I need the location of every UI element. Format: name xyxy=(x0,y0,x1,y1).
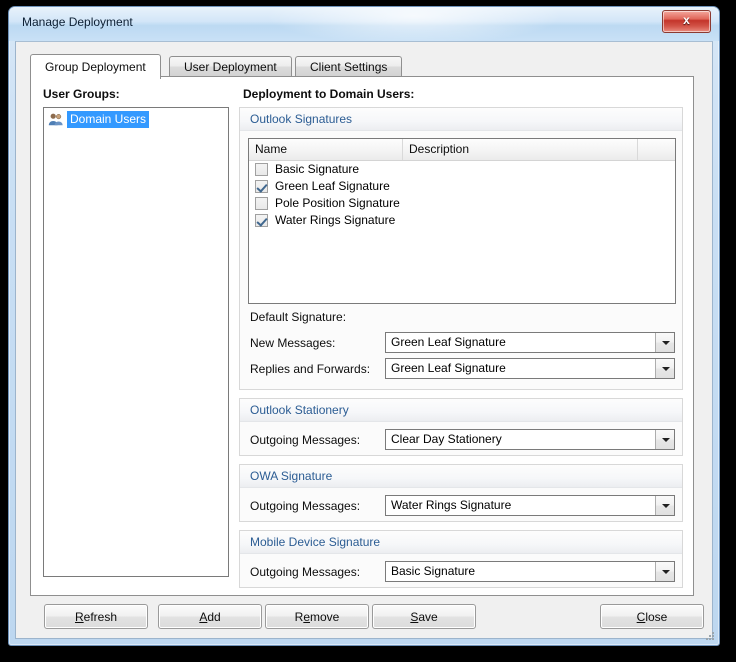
save-button-label: ave xyxy=(418,610,438,624)
field-owa-outgoing-messages: Outgoing Messages: Water Rings Signature xyxy=(240,495,682,517)
client-area: Group Deployment User Deployment Client … xyxy=(15,41,713,639)
resize-grip[interactable] xyxy=(703,630,716,643)
groupbox-owa-signature: OWA Signature Outgoing Messages: Water R… xyxy=(239,464,683,522)
groupbox-header-outlook-stationery: Outlook Stationery xyxy=(240,399,682,422)
table-row[interactable]: Pole Position Signature xyxy=(249,195,675,212)
listview-header-row: Name Description xyxy=(249,139,675,161)
table-row[interactable]: Water Rings Signature xyxy=(249,212,675,229)
field-mobile-outgoing-messages: Outgoing Messages: Basic Signature xyxy=(240,561,682,583)
remove-button-label: move xyxy=(310,610,340,624)
groupbox-outlook-signatures: Outlook Signatures Name Description Basi… xyxy=(239,107,683,390)
list-item-label: Domain Users xyxy=(67,111,150,128)
refresh-button[interactable]: Refresh xyxy=(44,604,148,629)
table-cell-name: Pole Position Signature xyxy=(275,196,400,210)
manage-deployment-window: Manage Deployment x Group Deployment Use… xyxy=(8,6,720,646)
tab-user-deployment[interactable]: User Deployment xyxy=(169,56,292,77)
checkbox-pole-position-signature[interactable] xyxy=(255,197,268,210)
chevron-down-icon[interactable] xyxy=(655,562,674,581)
close-dialog-button[interactable]: Close xyxy=(600,604,704,629)
close-x-icon: x xyxy=(683,13,690,27)
close-button[interactable]: x xyxy=(662,10,711,33)
outlook-signatures-listview[interactable]: Name Description Basic Signature Green L… xyxy=(248,138,676,304)
table-cell-name: Green Leaf Signature xyxy=(275,179,390,193)
field-label-new-messages: New Messages: xyxy=(250,336,336,350)
window-title: Manage Deployment xyxy=(22,15,133,29)
combo-value: Green Leaf Signature xyxy=(391,335,506,349)
add-button-label: dd xyxy=(207,610,221,624)
table-row[interactable]: Green Leaf Signature xyxy=(249,178,675,195)
remove-button[interactable]: Remove xyxy=(265,604,369,629)
groupbox-header-outlook-signatures: Outlook Signatures xyxy=(240,108,682,131)
chevron-down-icon[interactable] xyxy=(655,430,674,449)
save-button[interactable]: Save xyxy=(372,604,476,629)
deployment-settings-pane: Outlook Signatures Name Description Basi… xyxy=(239,107,683,588)
table-cell-name: Water Rings Signature xyxy=(275,213,396,227)
chevron-down-icon[interactable] xyxy=(655,333,674,352)
groupbox-header-owa-signature: OWA Signature xyxy=(240,465,682,488)
combo-value: Water Rings Signature xyxy=(391,498,512,512)
tab-strip: Group Deployment User Deployment Client … xyxy=(30,54,694,79)
users-group-icon xyxy=(48,112,64,127)
refresh-button-label: efresh xyxy=(83,610,118,624)
titlebar-gloss xyxy=(264,7,563,41)
chevron-down-icon[interactable] xyxy=(655,359,674,378)
combo-value: Basic Signature xyxy=(391,564,476,578)
tab-group-deployment[interactable]: Group Deployment xyxy=(30,54,161,79)
tab-page-group-deployment: User Groups: Deployment to Domain Users:… xyxy=(30,76,694,596)
checkbox-green-leaf-signature[interactable] xyxy=(255,180,268,193)
user-groups-list[interactable]: Domain Users xyxy=(43,107,229,577)
checkbox-water-rings-signature[interactable] xyxy=(255,214,268,227)
button-bar: Refresh Add Remove Save Close xyxy=(16,604,714,634)
default-signature-label: Default Signature: xyxy=(250,310,347,324)
title-bar[interactable]: Manage Deployment x xyxy=(9,7,719,41)
table-cell-name: Basic Signature xyxy=(275,162,360,176)
field-replies-and-forwards: Replies and Forwards: Green Leaf Signatu… xyxy=(240,358,682,380)
column-header-description[interactable]: Description xyxy=(403,139,638,160)
field-label-outgoing-messages: Outgoing Messages: xyxy=(250,433,361,447)
chevron-down-icon[interactable] xyxy=(655,496,674,515)
field-label-outgoing-messages: Outgoing Messages: xyxy=(250,565,361,579)
user-groups-label: User Groups: xyxy=(43,87,120,101)
combo-owa-outgoing-messages[interactable]: Water Rings Signature xyxy=(385,495,675,516)
groupbox-outlook-stationery: Outlook Stationery Outgoing Messages: Cl… xyxy=(239,398,683,456)
table-row[interactable]: Basic Signature xyxy=(249,161,675,178)
groupbox-mobile-device-signature: Mobile Device Signature Outgoing Message… xyxy=(239,530,683,588)
list-item-domain-users[interactable]: Domain Users xyxy=(46,111,226,128)
field-label-replies-and-forwards: Replies and Forwards: xyxy=(250,362,371,376)
close-dialog-button-label: lose xyxy=(645,610,668,624)
combo-replies-and-forwards[interactable]: Green Leaf Signature xyxy=(385,358,675,379)
combo-value: Green Leaf Signature xyxy=(391,361,506,375)
field-label-outgoing-messages: Outgoing Messages: xyxy=(250,499,361,513)
combo-stationery-outgoing-messages[interactable]: Clear Day Stationery xyxy=(385,429,675,450)
add-button[interactable]: Add xyxy=(158,604,262,629)
combo-value: Clear Day Stationery xyxy=(391,432,502,446)
combo-mobile-outgoing-messages[interactable]: Basic Signature xyxy=(385,561,675,582)
groupbox-header-mobile-device-signature: Mobile Device Signature xyxy=(240,531,682,554)
column-header-name[interactable]: Name xyxy=(249,139,403,160)
checkbox-basic-signature[interactable] xyxy=(255,163,268,176)
column-header-extra[interactable] xyxy=(638,139,675,160)
deployment-target-label: Deployment to Domain Users: xyxy=(243,87,415,101)
combo-new-messages[interactable]: Green Leaf Signature xyxy=(385,332,675,353)
field-new-messages: New Messages: Green Leaf Signature xyxy=(240,332,682,354)
field-stationery-outgoing-messages: Outgoing Messages: Clear Day Stationery xyxy=(240,429,682,451)
tab-client-settings[interactable]: Client Settings xyxy=(295,56,403,77)
